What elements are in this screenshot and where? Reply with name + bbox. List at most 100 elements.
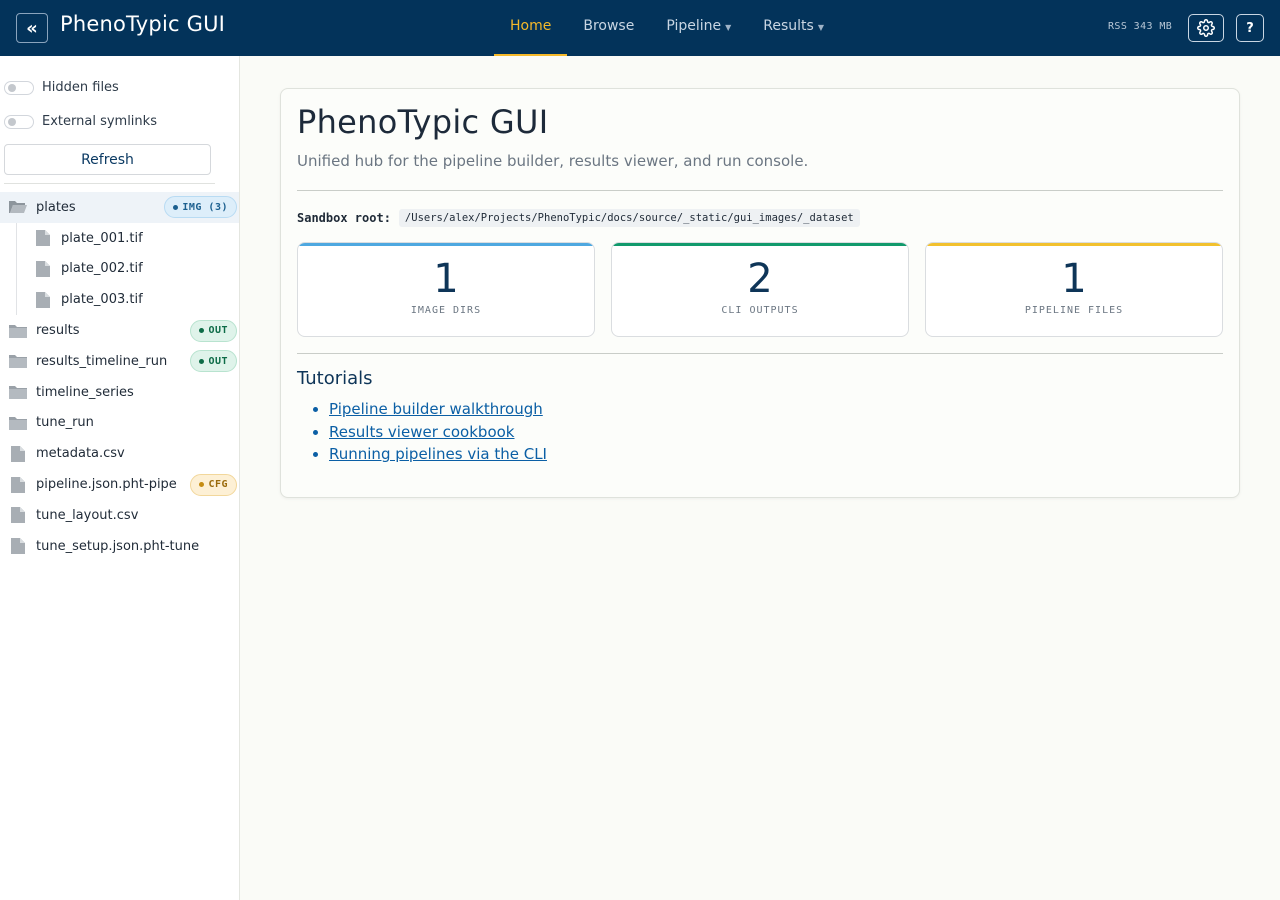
tree-file-tune-setup-json[interactable]: tune_setup.json.pht-tune (0, 531, 239, 562)
tree-file-tune-layout-csv[interactable]: tune_layout.csv (0, 500, 239, 531)
file-icon (33, 291, 53, 309)
tree-item-label: plate_001.tif (61, 230, 143, 246)
tutorial-link-pipeline-builder[interactable]: Pipeline builder walkthrough (329, 400, 543, 418)
caret-down-icon: ▼ (725, 23, 732, 32)
config-badge: CFG (190, 473, 237, 496)
file-icon (8, 537, 28, 555)
home-card: PhenoTypic GUI Unified hub for the pipel… (280, 88, 1240, 498)
file-icon (8, 506, 28, 524)
tree-guide-line (16, 222, 17, 254)
tree-guide-line (16, 284, 17, 316)
tree-item-label: tune_setup.json.pht-tune (36, 538, 200, 554)
stat-accent-bar (926, 243, 1222, 246)
tree-item-label: tune_layout.csv (36, 507, 139, 523)
output-badge: OUT (190, 319, 237, 342)
folder-open-icon (8, 198, 28, 216)
hidden-files-label: Hidden files (42, 80, 119, 95)
tree-item-label: results_timeline_run (36, 353, 168, 369)
file-icon (8, 445, 28, 463)
caret-down-icon: ▼ (817, 23, 824, 32)
tree-item-label: timeline_series (36, 384, 134, 400)
page-subtitle: Unified hub for the pipeline builder, re… (297, 152, 809, 170)
badge-text: IMG (3) (182, 201, 228, 213)
sandbox-root-path: /Users/alex/Projects/PhenoTypic/docs/sou… (398, 209, 860, 227)
external-symlinks-toggle-row[interactable]: External symlinks (4, 114, 157, 129)
nav-results-label: Results (763, 18, 814, 34)
tree-guide-line (16, 253, 17, 285)
stat-image-dirs: 1 IMAGE DIRS (297, 242, 595, 337)
badge-text: OUT (208, 325, 228, 337)
sandbox-root: Sandbox root: /Users/alex/Projects/Pheno… (297, 209, 860, 227)
stat-value: 2 (747, 256, 773, 302)
tree-file-plate-003[interactable]: plate_003.tif (0, 284, 239, 316)
tree-item-label: pipeline.json.pht-pipe (36, 477, 177, 493)
sandbox-root-label: Sandbox root: (297, 211, 391, 225)
tutorial-link-results-viewer[interactable]: Results viewer cookbook (329, 423, 515, 441)
stat-pipeline-files: 1 PIPELINE FILES (925, 242, 1223, 337)
folder-icon (8, 322, 28, 340)
sidebar-collapse-button[interactable]: « (16, 13, 48, 43)
file-browser-sidebar: Hidden files External symlinks Refresh p… (0, 56, 240, 900)
help-button[interactable]: ? (1236, 14, 1264, 42)
nav-browse-label: Browse (583, 18, 635, 34)
stats-row: 1 IMAGE DIRS 2 CLI OUTPUTS 1 PIPELINE FI… (297, 242, 1223, 337)
gear-icon (1197, 19, 1215, 37)
list-item: Pipeline builder walkthrough (329, 398, 547, 421)
image-count-badge: IMG (3) (164, 196, 237, 219)
folder-icon (8, 414, 28, 432)
badge-text: CFG (208, 479, 228, 491)
tree-item-label: metadata.csv (36, 446, 125, 462)
external-symlinks-label: External symlinks (42, 114, 157, 129)
tree-file-metadata-csv[interactable]: metadata.csv (0, 438, 239, 469)
divider (297, 353, 1223, 354)
sidebar-divider (4, 183, 215, 184)
page-title: PhenoTypic GUI (297, 103, 549, 141)
stat-accent-bar (298, 243, 594, 246)
file-icon (8, 476, 28, 494)
main-nav: Home Browse Pipeline ▼ Results ▼ (494, 0, 840, 56)
nav-home[interactable]: Home (494, 0, 568, 56)
stat-label: IMAGE DIRS (410, 305, 482, 316)
divider (297, 190, 1223, 191)
file-tree: plates IMG (3) plate_001.tif plate_002.t… (0, 192, 239, 562)
memory-usage: RSS 343 MB (1108, 21, 1173, 32)
nav-pipeline-label: Pipeline (666, 18, 722, 34)
tree-folder-results[interactable]: results OUT (0, 315, 239, 346)
tree-folder-timeline-series[interactable]: timeline_series (0, 377, 239, 408)
app-title[interactable]: PhenoTypic GUI (60, 12, 225, 36)
refresh-button[interactable]: Refresh (4, 144, 211, 175)
nav-browse[interactable]: Browse (567, 0, 650, 56)
tutorials-list: Pipeline builder walkthrough Results vie… (329, 398, 547, 466)
nav-results-dropdown[interactable]: Results ▼ (747, 0, 840, 56)
stat-cli-outputs: 2 CLI OUTPUTS (611, 242, 909, 337)
stat-value: 1 (1061, 256, 1087, 302)
output-badge: OUT (190, 350, 237, 373)
tree-folder-results-timeline-run[interactable]: results_timeline_run OUT (0, 346, 239, 377)
badge-text: OUT (208, 355, 228, 367)
tree-item-label: tune_run (36, 415, 94, 431)
nav-home-label: Home (510, 18, 552, 34)
tree-file-pipeline-json[interactable]: pipeline.json.pht-pipe CFG (0, 469, 239, 500)
stat-label: PIPELINE FILES (1024, 305, 1124, 316)
stat-accent-bar (612, 243, 908, 246)
tutorials-heading: Tutorials (297, 368, 373, 389)
tree-file-plate-001[interactable]: plate_001.tif (0, 222, 239, 254)
settings-button[interactable] (1188, 14, 1224, 42)
nav-pipeline-dropdown[interactable]: Pipeline ▼ (650, 0, 747, 56)
list-item: Running pipelines via the CLI (329, 443, 547, 466)
file-icon (33, 229, 53, 247)
tree-folder-plates[interactable]: plates IMG (3) (0, 192, 239, 223)
tree-item-label: plate_003.tif (61, 292, 143, 308)
folder-icon (8, 383, 28, 401)
tree-item-label: results (36, 323, 80, 339)
stat-label: CLI OUTPUTS (721, 305, 799, 316)
tutorial-link-cli[interactable]: Running pipelines via the CLI (329, 445, 547, 463)
hidden-files-toggle[interactable] (4, 80, 34, 95)
tree-file-plate-002[interactable]: plate_002.tif (0, 253, 239, 285)
list-item: Results viewer cookbook (329, 421, 547, 444)
tree-item-label: plates (36, 199, 76, 215)
top-navbar: « PhenoTypic GUI Home Browse Pipeline ▼ R… (0, 0, 1280, 56)
hidden-files-toggle-row[interactable]: Hidden files (4, 80, 119, 95)
external-symlinks-toggle[interactable] (4, 114, 34, 129)
tree-folder-tune-run[interactable]: tune_run (0, 408, 239, 439)
